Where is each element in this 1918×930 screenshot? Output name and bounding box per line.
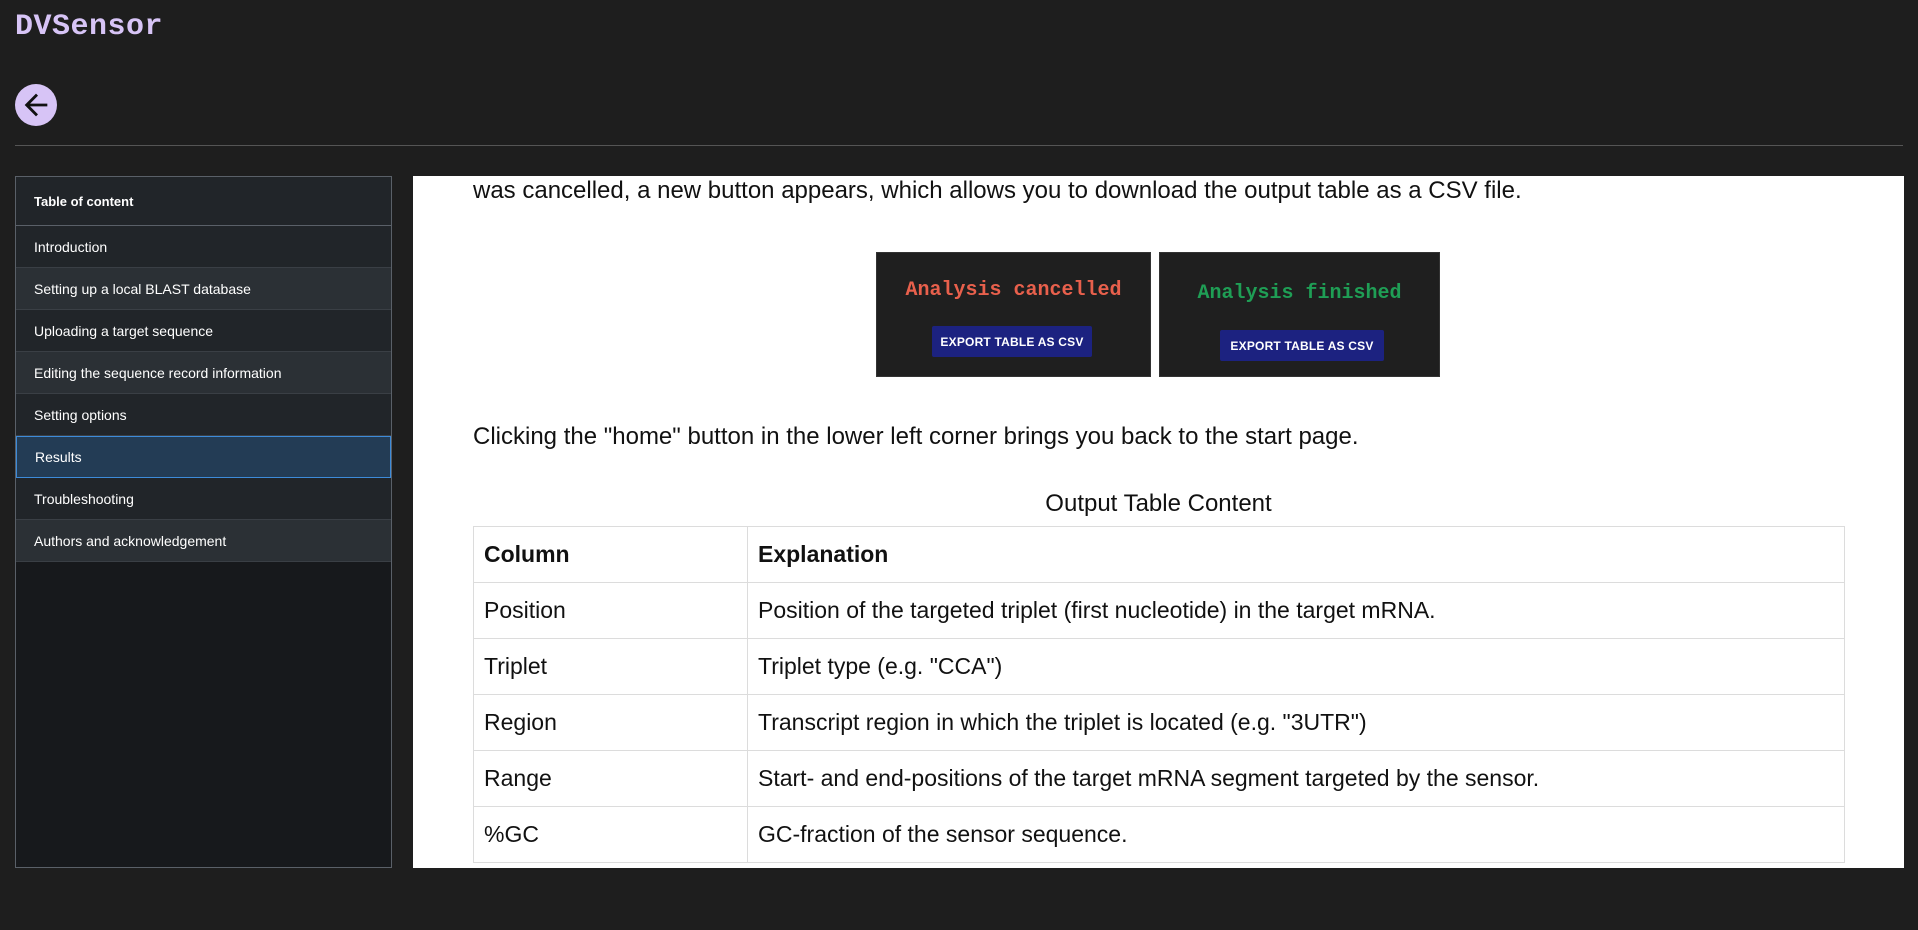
export-csv-button-cancelled: EXPORT TABLE AS CSV (932, 326, 1092, 357)
toc-item-results[interactable]: Results (16, 436, 391, 478)
table-row: Range Start- and end-positions of the ta… (473, 750, 1845, 807)
table-cell: Range (473, 750, 748, 807)
back-button[interactable] (15, 84, 57, 126)
paragraph-home-button: Clicking the "home" button in the lower … (473, 423, 1359, 450)
column-header: Explanation (747, 526, 1845, 583)
toc-item-uploading-target[interactable]: Uploading a target sequence (16, 310, 391, 352)
toc-item-authors[interactable]: Authors and acknowledgement (16, 520, 391, 562)
table-cell: Start- and end-positions of the target m… (747, 750, 1845, 807)
header-divider (15, 145, 1903, 146)
toc-item-blast-database[interactable]: Setting up a local BLAST database (16, 268, 391, 310)
export-csv-button-finished: EXPORT TABLE AS CSV (1220, 330, 1384, 361)
screenshot-analysis-cancelled: Analysis cancelled EXPORT TABLE AS CSV (876, 252, 1151, 377)
output-table: Column Explanation Position Position of … (473, 526, 1845, 863)
paragraph-csv-download: was cancelled, a new button appears, whi… (473, 177, 1522, 204)
table-cell: GC-fraction of the sensor sequence. (747, 806, 1845, 863)
arrow-left-icon (19, 88, 53, 122)
table-cell: Position (473, 582, 748, 639)
app-title: DVSensor (15, 10, 164, 44)
toc-item-troubleshooting[interactable]: Troubleshooting (16, 478, 391, 520)
table-row: Region Transcript region in which the tr… (473, 694, 1845, 751)
toc-item-introduction[interactable]: Introduction (16, 226, 391, 268)
toc-item-setting-options[interactable]: Setting options (16, 394, 391, 436)
toc-header: Table of content (16, 177, 391, 226)
table-caption: Output Table Content (1045, 490, 1272, 517)
analysis-cancelled-title: Analysis cancelled (905, 279, 1122, 302)
toc-item-editing-record[interactable]: Editing the sequence record information (16, 352, 391, 394)
analysis-finished-title: Analysis finished (1197, 282, 1402, 305)
table-row: Triplet Triplet type (e.g. "CCA") (473, 638, 1845, 695)
column-header: Column (473, 526, 748, 583)
table-of-contents: Table of content Introduction Setting up… (15, 176, 392, 868)
table-cell: Triplet (473, 638, 748, 695)
table-header-row: Column Explanation (473, 526, 1845, 583)
table-cell: Triplet type (e.g. "CCA") (747, 638, 1845, 695)
content-panel: was cancelled, a new button appears, whi… (413, 176, 1904, 868)
screenshot-analysis-finished: Analysis finished EXPORT TABLE AS CSV (1159, 252, 1440, 377)
table-row: %GC GC-fraction of the sensor sequence. (473, 806, 1845, 863)
table-cell: Position of the targeted triplet (first … (747, 582, 1845, 639)
table-cell: Transcript region in which the triplet i… (747, 694, 1845, 751)
table-cell: %GC (473, 806, 748, 863)
table-row: Position Position of the targeted triple… (473, 582, 1845, 639)
table-cell: Region (473, 694, 748, 751)
